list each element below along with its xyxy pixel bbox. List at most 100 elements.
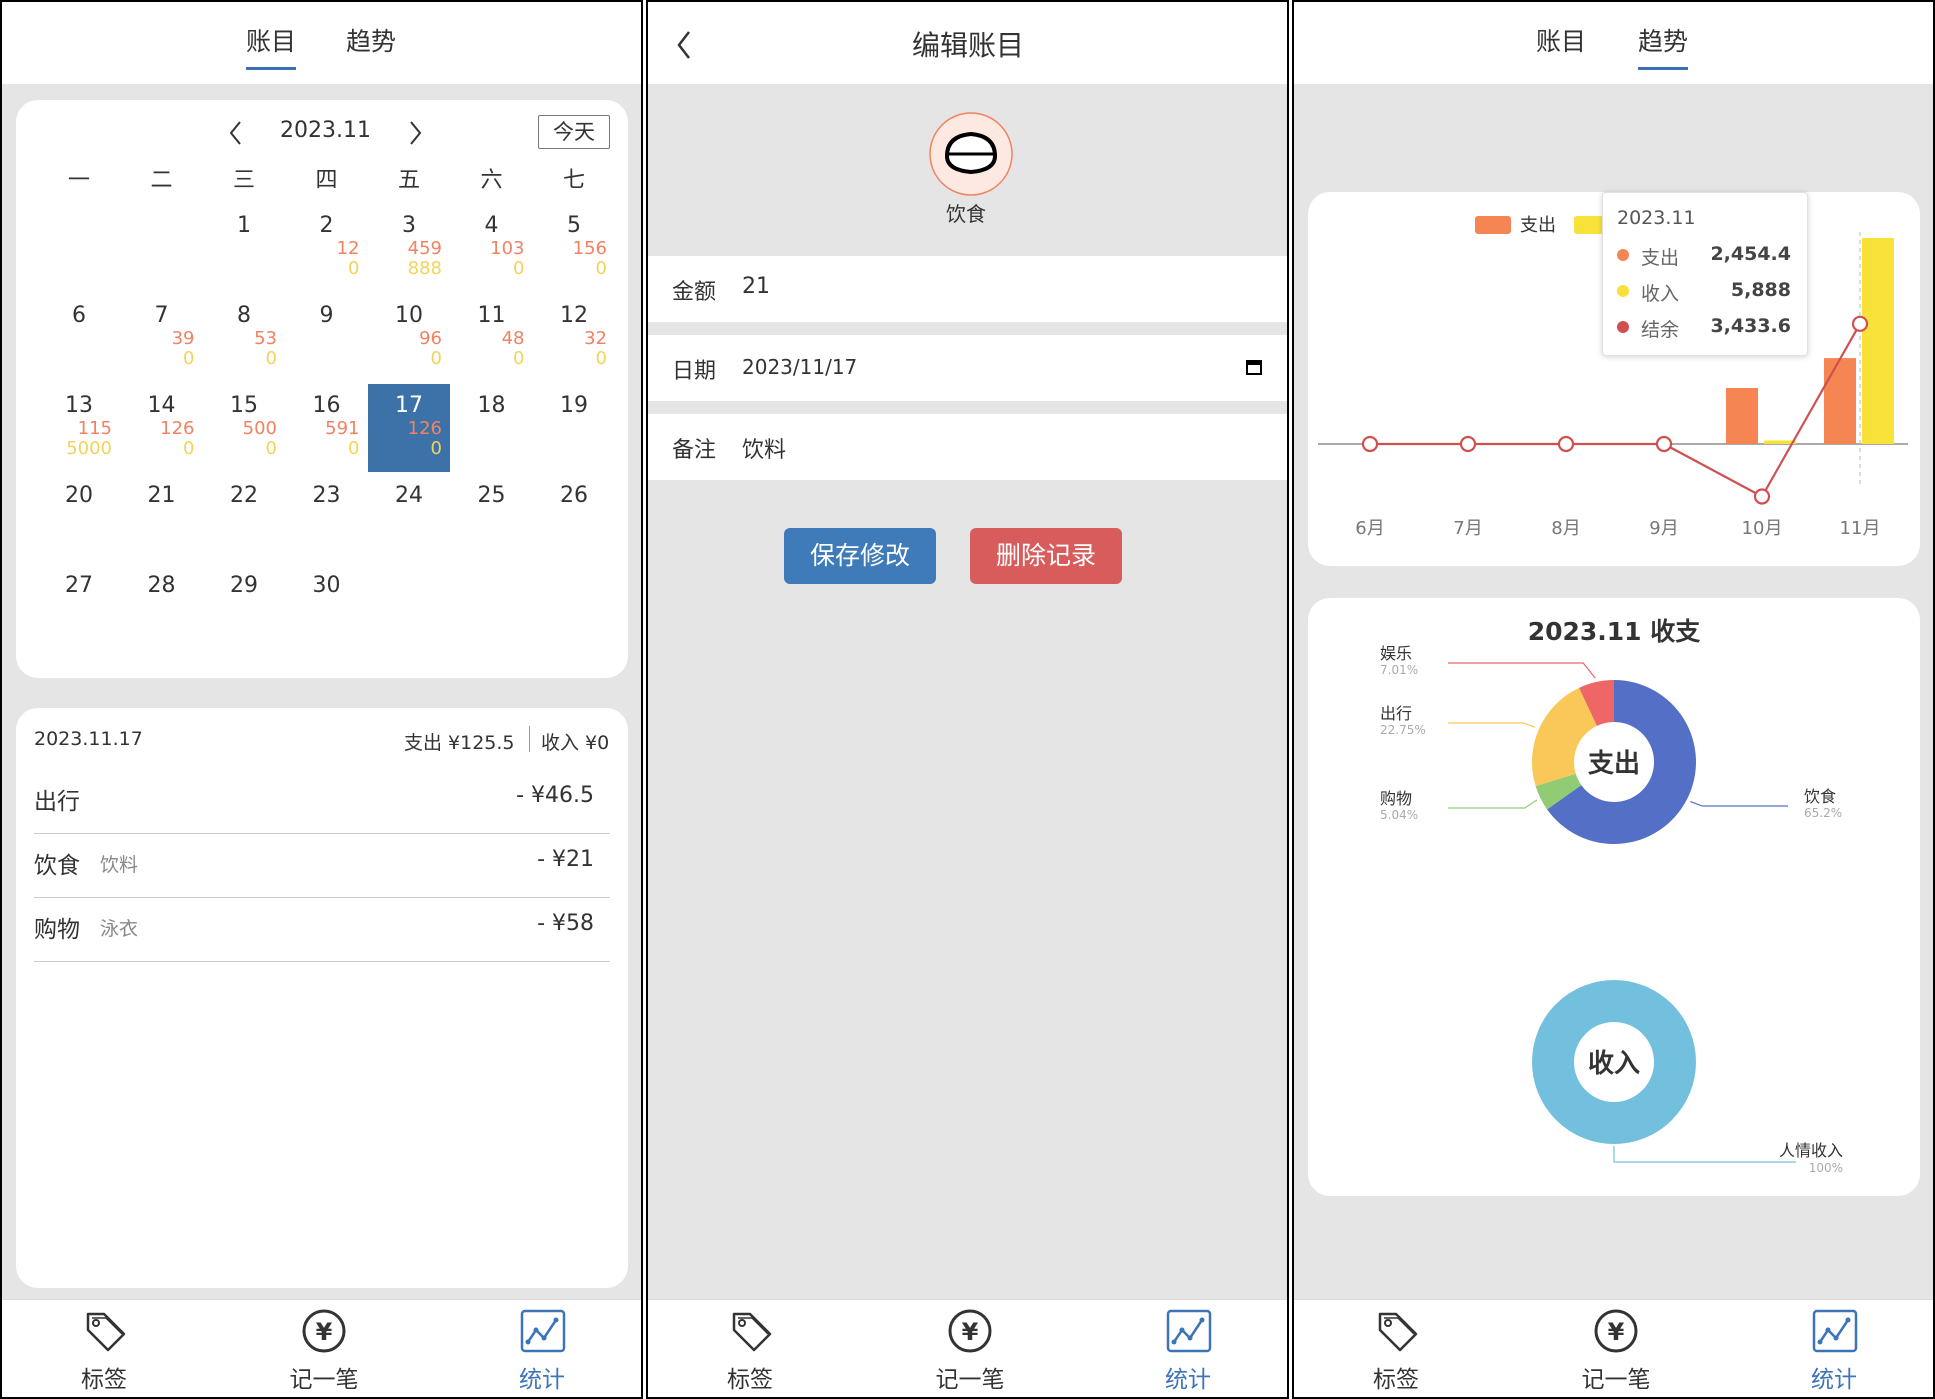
prev-month-icon[interactable] <box>226 118 246 148</box>
food-bowl-icon[interactable] <box>927 110 1015 198</box>
calendar-day[interactable]: 28 <box>121 564 203 652</box>
nav-stats-label: 统计 <box>1165 1367 1211 1393</box>
calendar-day[interactable]: 12 32 0 <box>533 294 615 382</box>
entry-row[interactable]: 购物 泳衣 - ¥58 <box>34 898 610 962</box>
calendar-day[interactable]: 5 156 0 <box>533 204 615 292</box>
calendar-day-income: 0 <box>265 438 277 459</box>
entry-note: 泳衣 <box>100 918 139 940</box>
calendar-day[interactable]: 15 500 0 <box>203 384 285 472</box>
slice-label: 饮食 <box>1804 787 1836 806</box>
bar-expense[interactable] <box>1824 358 1856 444</box>
amount-value[interactable]: 21 <box>742 274 770 299</box>
calendar-day[interactable]: 13 115 5000 <box>38 384 120 472</box>
calendar-day[interactable]: 18 <box>451 384 533 472</box>
tooltip-series-value: 3,433.6 <box>1710 315 1791 337</box>
calendar-day[interactable]: 3 459 888 <box>368 204 450 292</box>
calendar-day-expense: 126 <box>160 418 195 439</box>
day-detail-card: 2023.11.17 支出 ¥125.5 收入 ¥0 出行 - ¥46.5 饮食 饮料… <box>16 708 628 1288</box>
next-month-icon[interactable] <box>406 118 426 148</box>
entry-row[interactable]: 出行 - ¥46.5 <box>34 770 610 834</box>
calendar-day[interactable]: 7 39 0 <box>121 294 203 382</box>
balance-point[interactable] <box>1557 435 1575 453</box>
amount-field[interactable]: 金额 21 <box>648 256 1287 322</box>
calendar-month: 2023.11 <box>280 118 371 143</box>
calendar-day[interactable]: 4 103 0 <box>451 204 533 292</box>
nav-add-record[interactable]: ¥ 记一笔 <box>910 1308 1030 1394</box>
tooltip-series-name: 收入 <box>1641 283 1680 305</box>
calendar-day-income: 0 <box>183 348 195 369</box>
calendar-day[interactable]: 1 <box>203 204 285 292</box>
calendar-day[interactable]: 14 126 0 <box>121 384 203 472</box>
calendar-day[interactable]: 10 96 0 <box>368 294 450 382</box>
top-tab-bar: 账目 趋势 <box>2 2 641 84</box>
date-value[interactable]: 2023/11/17 <box>742 355 857 379</box>
breakdown-card: 2023.11 收支 饮食 65.2% 购物 5.04% 出行 22.75% 娱乐 7.01% 支… <box>1308 598 1920 1196</box>
balance-point[interactable] <box>1655 435 1673 453</box>
calendar-day-income: 0 <box>595 258 607 279</box>
nav-stats[interactable]: 统计 <box>1128 1308 1248 1394</box>
nav-stats[interactable]: 统计 <box>482 1308 602 1394</box>
calendar-day[interactable]: 16 591 0 <box>286 384 368 472</box>
tab-trend[interactable]: 趋势 <box>1638 22 1689 70</box>
tab-trend[interactable]: 趋势 <box>346 22 396 58</box>
calendar-day-expense: 32 <box>584 328 607 349</box>
calendar-day[interactable]: 30 <box>286 564 368 652</box>
nav-add-record[interactable]: ¥ 记一笔 <box>264 1308 384 1394</box>
slice-leader-line <box>1690 800 1788 807</box>
calendar-day[interactable]: 21 <box>121 474 203 562</box>
calendar-day-expense: 12 <box>336 238 360 259</box>
calendar-day-number: 25 <box>477 483 506 508</box>
nav-add-record[interactable]: ¥ 记一笔 <box>1556 1308 1676 1394</box>
nav-tags[interactable]: 标签 <box>1336 1308 1456 1394</box>
note-label: 备注 <box>672 438 717 463</box>
note-field[interactable]: 备注 饮料 <box>648 414 1287 480</box>
delete-button[interactable]: 删除记录 <box>970 528 1122 584</box>
donut-center-label: 支出 <box>1588 749 1640 779</box>
calendar-day[interactable]: 25 <box>451 474 533 562</box>
calendar-day[interactable]: 27 <box>38 564 120 652</box>
balance-point[interactable] <box>1361 435 1379 453</box>
calendar-day[interactable]: 23 <box>286 474 368 562</box>
yen-circle-icon: ¥ <box>1594 1309 1638 1353</box>
calendar-picker-icon[interactable] <box>1246 359 1262 375</box>
slice-leader-line <box>1613 1146 1796 1163</box>
nav-tags-label: 标签 <box>1373 1367 1419 1393</box>
tab-ledger[interactable]: 账目 <box>1536 22 1586 58</box>
calendar-day[interactable]: 2 12 0 <box>286 204 368 292</box>
calendar-day[interactable]: 8 53 0 <box>203 294 285 382</box>
tab-ledger[interactable]: 账目 <box>246 22 297 70</box>
nav-tags[interactable]: 标签 <box>690 1308 810 1394</box>
nav-tags[interactable]: 标签 <box>44 1308 164 1394</box>
calendar-day[interactable]: 11 48 0 <box>451 294 533 382</box>
save-button[interactable]: 保存修改 <box>784 528 936 584</box>
back-icon[interactable] <box>674 28 694 62</box>
calendar-day[interactable]: 26 <box>533 474 615 562</box>
today-button[interactable]: 今天 <box>538 115 610 149</box>
balance-point[interactable] <box>1753 488 1771 505</box>
calendar-day[interactable]: 20 <box>38 474 120 562</box>
calendar-day[interactable]: 22 <box>203 474 285 562</box>
bar-expense[interactable] <box>1726 388 1758 444</box>
calendar-day-income: 0 <box>513 258 525 279</box>
bar-income[interactable] <box>1862 237 1894 444</box>
calendar-day[interactable]: 9 <box>286 294 368 382</box>
nav-tags-label: 标签 <box>81 1367 127 1393</box>
amount-label: 金额 <box>672 280 717 305</box>
edit-header: 编辑账目 <box>648 2 1287 84</box>
balance-point[interactable] <box>1851 315 1869 332</box>
calendar-day-expense: 53 <box>254 328 277 349</box>
balance-point[interactable] <box>1459 435 1477 453</box>
calendar-day[interactable]: 19 <box>533 384 615 472</box>
note-value[interactable]: 饮料 <box>742 432 786 464</box>
calendar-day-number: 1 <box>237 213 251 238</box>
date-field[interactable]: 日期 2023/11/17 <box>648 335 1287 401</box>
calendar-day-income: 0 <box>265 348 277 369</box>
calendar-day[interactable]: 6 <box>38 294 120 382</box>
calendar-day-expense: 500 <box>242 418 277 439</box>
calendar-day[interactable]: 24 <box>368 474 450 562</box>
chart-icon <box>520 1309 566 1353</box>
calendar-day[interactable]: 17 126 0 <box>368 384 450 472</box>
nav-stats[interactable]: 统计 <box>1774 1308 1894 1394</box>
calendar-day[interactable]: 29 <box>203 564 285 652</box>
entry-row[interactable]: 饮食 饮料 - ¥21 <box>34 834 610 898</box>
